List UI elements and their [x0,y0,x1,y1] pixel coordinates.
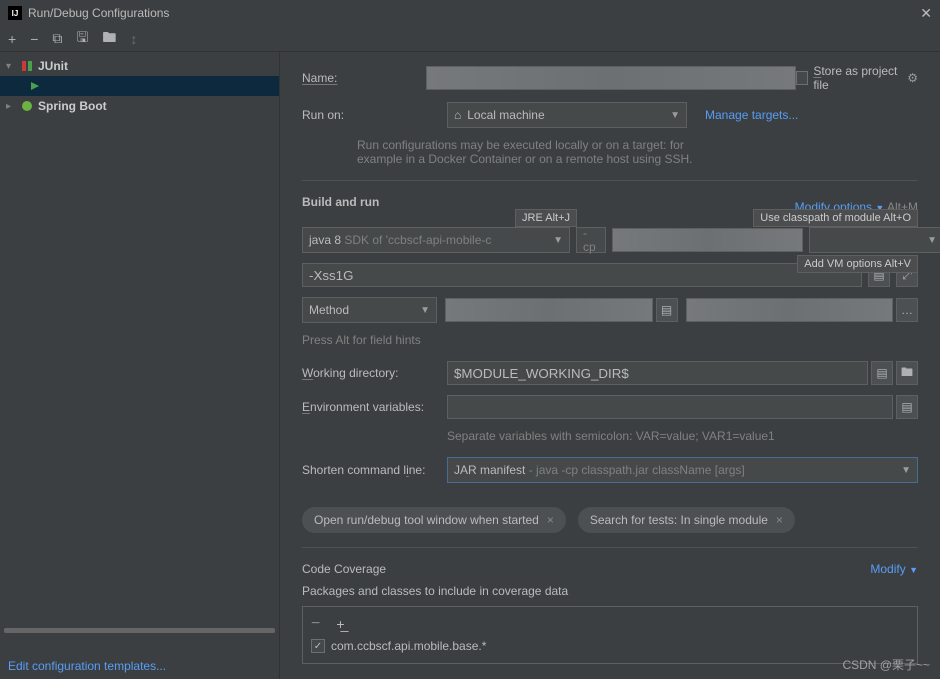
name-label: Name: [302,71,426,85]
chip-search-tests[interactable]: Search for tests: In single module× [578,507,795,533]
module-select[interactable]: ▼ [809,227,940,253]
workdir-label: Working directory: [302,366,447,380]
spring-icon [20,99,34,113]
sidebar-scrollbar[interactable] [4,628,275,633]
edit-templates-link[interactable]: Edit configuration templates... [0,653,279,679]
more-icon[interactable]: … [896,298,918,322]
close-icon[interactable]: ✕ [920,5,932,22]
env-hint: Separate variables with semicolon: VAR=v… [447,429,918,443]
method-select[interactable]: Method▼ [302,297,437,323]
chip-open-tool-window[interactable]: Open run/debug tool window when started× [302,507,566,533]
cp-input[interactable] [612,228,803,252]
coverage-package: com.ccbscf.api.mobile.base.* [331,639,486,653]
env-label: Environment variables: [302,400,447,414]
app-icon: IJ [8,6,22,20]
method-input[interactable] [686,298,894,322]
cp-field[interactable]: -cp [576,227,606,253]
store-label: SStore as project filetore as project fi… [813,64,901,92]
window-title: Run/Debug Configurations [28,6,169,20]
junit-icon [20,59,34,73]
sidebar: ▾ JUnit ▸ Spring Boot Edit configuration… [0,52,280,679]
chevron-down-icon: ▼ [901,465,911,476]
coverage-modify-link[interactable]: Modify ▼ [870,562,918,576]
shorten-select[interactable]: JAR manifest - java -cp classpath.jar cl… [447,457,918,483]
store-checkbox[interactable] [796,71,808,85]
runon-select[interactable]: ⌂Local machine ▼ [447,102,687,128]
coverage-title: Code Coverage [302,562,386,576]
coverage-checkbox[interactable] [311,639,325,653]
tree-label-junit: JUnit [38,59,68,73]
chevron-down-icon: ▼ [670,110,680,121]
folder-icon[interactable]: 🖿 [102,27,116,51]
tree-label-spring: Spring Boot [38,99,107,113]
shorten-label: Shorten command line: [302,463,447,477]
alt-hints: Press Alt for field hints [302,333,918,347]
vm-options-input[interactable] [302,263,862,287]
chevron-down-icon: ▼ [553,235,563,246]
tree-item-junit[interactable]: ▾ JUnit [0,56,279,76]
runon-label: Run on: [302,108,447,122]
remove-icon[interactable]: − [30,31,38,47]
add-pkg-icon[interactable]: +̲ [336,616,344,632]
tree-item-selected[interactable] [0,76,279,96]
save-icon[interactable]: 🖫 [76,27,88,51]
vm-hint: Add VM options Alt+V [797,255,918,273]
gear-icon[interactable]: ⚙ [907,71,918,85]
browse-icon[interactable]: ▤ [656,298,678,322]
folder-icon[interactable]: 🖿 [896,361,918,385]
name-input[interactable] [426,66,796,90]
chevron-right-icon[interactable]: ▸ [6,101,16,112]
workdir-input[interactable] [447,361,868,385]
manage-targets-link[interactable]: Manage targets... [705,108,798,122]
watermark: CSDN @栗子~~ [842,656,930,673]
junit-run-icon [28,79,42,93]
chevron-down-icon[interactable]: ▾ [6,61,16,72]
toolbar: + − ⧉ 🖫 🖿 ↕ [0,26,940,52]
config-tree: ▾ JUnit ▸ Spring Boot [0,52,279,628]
env-input[interactable] [447,395,893,419]
remove-chip-icon[interactable]: × [776,513,783,527]
runon-hint: Run configurations may be executed local… [357,138,918,166]
chevron-down-icon: ▼ [420,305,430,316]
sort-icon[interactable]: ↕ [130,31,137,47]
tree-item-spring[interactable]: ▸ Spring Boot [0,96,279,116]
env-browse-icon[interactable]: ▤ [896,395,918,419]
insert-icon[interactable]: ▤ [871,361,893,385]
remove-pkg-icon[interactable]: − [311,615,320,633]
class-input[interactable] [445,298,653,322]
chevron-down-icon: ▼ [927,235,937,246]
jre-hint: JRE Alt+J [515,209,577,227]
copy-icon[interactable]: ⧉ [52,30,62,47]
add-icon[interactable]: + [8,31,16,47]
build-run-title: Build and run [302,195,379,209]
remove-chip-icon[interactable]: × [547,513,554,527]
content-panel: Name: SStore as project filetore as proj… [280,52,940,679]
coverage-box: − +̲ com.ccbscf.api.mobile.base.* [302,606,918,664]
classpath-hint: Use classpath of module Alt+O [753,209,918,227]
titlebar: IJ Run/Debug Configurations ✕ [0,0,940,26]
java-select[interactable]: java 8 SDK of 'ccbscf-api-mobile-c ▼ [302,227,570,253]
coverage-sub: Packages and classes to include in cover… [302,584,918,598]
